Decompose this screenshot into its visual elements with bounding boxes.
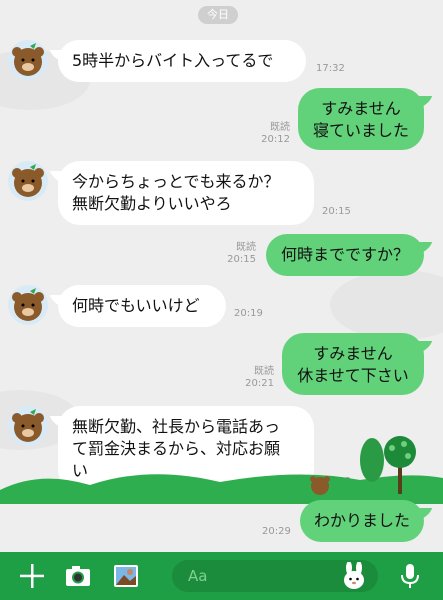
- contact-avatar[interactable]: [8, 40, 48, 80]
- contact-avatar[interactable]: [8, 161, 48, 201]
- chat-area[interactable]: 今日 5時半からバイト入ってるで 17:32 既読 20:12 すみません 寝て…: [0, 0, 443, 552]
- hill-scenery-icon: [0, 436, 443, 504]
- message-toolbar: Aa: [0, 552, 443, 600]
- bear-avatar-icon: [12, 43, 44, 76]
- message-time: 17:32: [316, 63, 345, 74]
- message-bubble-outgoing[interactable]: すみません 寝ていました: [298, 88, 424, 150]
- read-receipt: 既読 20:21: [245, 366, 274, 389]
- message-time: 20:19: [234, 308, 263, 319]
- greenery-decoration: [0, 430, 443, 504]
- message-bubble-outgoing[interactable]: すみません 休ませて下さい: [282, 333, 424, 395]
- message-bubble-outgoing[interactable]: わかりました: [300, 500, 424, 542]
- read-receipt: 既読 20:15: [227, 242, 256, 265]
- date-separator: 今日: [198, 6, 238, 24]
- bear-avatar-icon: [12, 288, 44, 321]
- message-bubble-incoming[interactable]: 何時でもいいけど: [58, 285, 226, 327]
- sticker-icon[interactable]: [340, 562, 368, 590]
- plus-icon[interactable]: [18, 562, 46, 590]
- message-bubble-incoming[interactable]: 5時半からバイト入ってるで: [58, 40, 306, 82]
- message-time: 20:15: [322, 206, 351, 217]
- background-decoration: [330, 270, 443, 340]
- microphone-icon[interactable]: [396, 562, 424, 590]
- bear-avatar-icon: [12, 164, 44, 197]
- message-time: 20:29: [262, 526, 291, 537]
- message-bubble-incoming[interactable]: 今からちょっとでも来るか？ 無断欠勤よりいいやろ: [58, 161, 314, 225]
- camera-icon[interactable]: [64, 562, 92, 590]
- contact-avatar[interactable]: [8, 285, 48, 325]
- read-receipt: 既読 20:12: [261, 122, 290, 145]
- message-bubble-outgoing[interactable]: 何時までですか？: [266, 234, 424, 276]
- photo-icon[interactable]: [112, 562, 140, 590]
